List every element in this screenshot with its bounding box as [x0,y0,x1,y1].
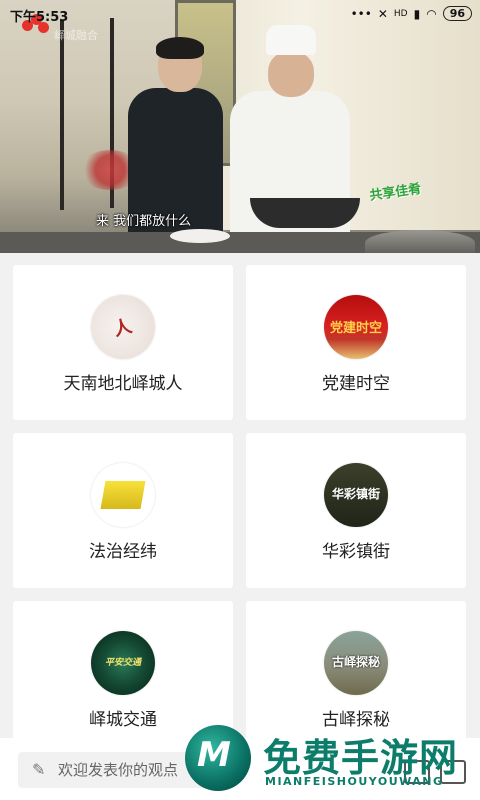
video-player[interactable]: 峄城融合 共享佳肴 来 我们都放什么 [0,0,480,253]
status-bar: 下午5:53 ••• ✕ HD ▮ ◠ 96 [0,0,480,30]
comment-placeholder: 欢迎发表你的观点 [58,761,179,779]
channel-thumb-icon: 华彩镇街 [324,463,388,527]
mute-icon: ✕ [377,6,388,21]
channel-thumb-icon: 党建时空 [324,295,388,359]
video-pan [365,230,475,253]
channel-card[interactable]: 法治经纬 [13,433,233,588]
channel-label: 天南地北峄城人 [63,374,183,394]
video-subtitle: 来 我们都放什么 [96,214,192,229]
network-label: HD [393,8,408,19]
channel-label: 法治经纬 [89,542,157,562]
channel-thumb-icon [91,463,155,527]
more-icon: ••• [350,6,372,21]
status-icons: ••• ✕ HD ▮ ◠ 96 [351,6,472,21]
wifi-icon: ◠ [426,6,437,21]
channel-thumb-icon: 人 [91,295,155,359]
site-watermark: M 免费手游网 MIANFEISHOUYOUWANG [185,725,475,800]
site-logo-icon: M [185,725,251,791]
channel-thumb-icon: 古峄探秘 [324,631,388,695]
battery-icon: 96 [442,6,472,21]
channel-card[interactable]: 党建时空 党建时空 [246,265,466,420]
signal-icon: ▮ [413,6,421,21]
status-time: 下午5:53 [10,10,69,25]
site-watermark-subtitle: MIANFEISHOUYOUWANG [265,775,444,788]
channel-card[interactable]: 人 天南地北峄城人 [13,265,233,420]
video-shelf [60,20,64,210]
pencil-icon: ✎ [32,760,46,779]
video-plate [170,229,230,243]
video-wok [250,198,360,228]
channel-thumb-icon: 平安交通 [91,631,155,695]
channel-card[interactable]: 华彩镇街 华彩镇街 [246,433,466,588]
channel-label: 党建时空 [322,374,390,394]
channel-label: 华彩镇街 [322,542,390,562]
site-watermark-title: 免费手游网 [263,736,459,780]
